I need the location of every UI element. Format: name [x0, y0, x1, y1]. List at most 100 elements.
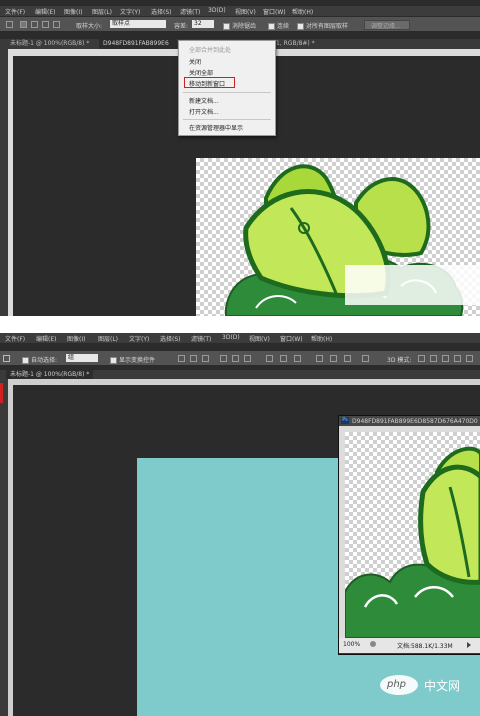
align-bottom-icon[interactable] — [202, 355, 209, 362]
menu-help[interactable]: 帮助(H) — [311, 334, 332, 343]
status-icon[interactable] — [370, 641, 376, 647]
refine-edge-label: 调整边缘... — [371, 23, 401, 30]
antialias-label: 消除锯齿 — [232, 23, 257, 30]
menu-edit[interactable]: 编辑(E) — [35, 7, 55, 16]
align-left-icon[interactable] — [220, 355, 227, 362]
php-logo: php — [380, 675, 418, 695]
menu-window[interactable]: 窗口(W) — [263, 7, 286, 16]
menu-image[interactable]: 图像(I) — [64, 7, 82, 16]
align-right-icon[interactable] — [244, 355, 251, 362]
menu-edit[interactable]: 编辑(E) — [36, 334, 56, 343]
options-bar: 自动选择: 组 显示变换控件 3D 模式: — [0, 351, 480, 366]
3d-roll-icon[interactable] — [430, 355, 437, 362]
menu-select[interactable]: 选择(S) — [160, 334, 181, 343]
menu-item-new-document[interactable]: 新建文档... — [189, 96, 219, 105]
tab-untitled-label: 未标题-1 @ 100%(RGB/8) * — [10, 371, 90, 378]
3d-scale-icon[interactable] — [466, 355, 473, 362]
menu-filter[interactable]: 滤镜(T) — [180, 7, 200, 16]
menu-item-consolidate[interactable]: 全部合并到此处 — [189, 45, 231, 54]
options-bar: 取样大小: 取样点 容差: 32 消除锯齿 连续 对所有图层取样 调整边缘... — [0, 17, 480, 32]
menu-file[interactable]: 文件(F) — [5, 334, 25, 343]
sample-size-select[interactable]: 取样点 — [110, 20, 166, 28]
menu-separator — [183, 119, 271, 120]
transform-controls-label: 显示变换控件 — [119, 357, 156, 364]
menu-type[interactable]: 文字(Y) — [120, 7, 140, 16]
all-layers-checkbox[interactable]: 对所有图层取样 — [297, 21, 348, 30]
menu-filter[interactable]: 滤镜(T) — [191, 334, 211, 343]
zoom-level[interactable]: 100% — [343, 641, 360, 648]
menu-select[interactable]: 选择(S) — [151, 7, 172, 16]
menu-file[interactable]: 文件(F) — [5, 7, 25, 16]
menu-item-close[interactable]: 关闭 — [189, 57, 201, 66]
top-screenshot: 文件(F) 编辑(E) 图像(I) 图层(L) 文字(Y) 选择(S) 滤镜(T… — [0, 0, 480, 317]
antialias-checkbox[interactable]: 消除锯齿 — [223, 21, 256, 30]
distribute-right-icon[interactable] — [344, 355, 351, 362]
menu-layer[interactable]: 图层(L) — [92, 7, 112, 16]
float-window-title: D948FD891FAB899E6D8587D676A470D0 — [352, 418, 478, 425]
menu-separator — [183, 92, 271, 93]
menu-type[interactable]: 文字(Y) — [129, 334, 149, 343]
tab-untitled[interactable]: 未标题-1 @ 100%(RGB/8) * — [6, 370, 94, 379]
selection-add-icon[interactable] — [31, 21, 38, 28]
menu-layer[interactable]: 图层(L) — [98, 334, 118, 343]
distribute-top-icon[interactable] — [266, 355, 273, 362]
tab-image[interactable]: D948FD891FAB899E6 — [99, 39, 177, 49]
align-top-icon[interactable] — [178, 355, 185, 362]
auto-align-icon[interactable] — [362, 355, 369, 362]
all-layers-label: 对所有图层取样 — [306, 23, 349, 30]
auto-select-checkbox[interactable]: 自动选择: — [22, 355, 57, 364]
tools-panel — [0, 379, 8, 716]
3d-rotate-icon[interactable] — [418, 355, 425, 362]
tolerance-label: 容差: — [174, 23, 189, 30]
blur-overlay — [345, 265, 480, 305]
menu-view[interactable]: 视图(V) — [249, 334, 270, 343]
menu-image[interactable]: 图像(I) — [67, 334, 85, 343]
contiguous-checkbox[interactable]: 连续 — [268, 21, 289, 30]
menu-3d[interactable]: 3D(D) — [222, 334, 240, 341]
tolerance-input[interactable]: 32 — [192, 20, 214, 28]
auto-select-dropdown[interactable]: 组 — [66, 354, 98, 362]
tab-third[interactable]: 1, RGB/8#) * — [272, 39, 319, 49]
align-vcenter-icon[interactable] — [190, 355, 197, 362]
bottom-screenshot: 文件(F) 编辑(E) 图像(I) 图层(L) 文字(Y) 选择(S) 滤镜(T… — [0, 333, 480, 716]
menu-item-close-all[interactable]: 关闭全部 — [189, 68, 213, 77]
selection-subtract-icon[interactable] — [42, 21, 49, 28]
tab-untitled-label: 未标题-1 @ 100%(RGB/8) * — [10, 40, 90, 47]
3d-slide-icon[interactable] — [454, 355, 461, 362]
auto-select-value: 组 — [68, 354, 75, 361]
selection-new-icon[interactable] — [20, 21, 27, 28]
selection-intersect-icon[interactable] — [53, 21, 60, 28]
tab-image-label: D948FD891FAB899E6 — [103, 40, 169, 47]
vertical-ruler — [8, 385, 13, 716]
php-logo-text: php — [387, 679, 407, 690]
3d-drag-icon[interactable] — [442, 355, 449, 362]
menu-item-show-in-explorer[interactable]: 在资源管理器中显示 — [189, 123, 243, 132]
move-tool-icon[interactable] — [3, 355, 10, 362]
document-size-info: 文档:588.1K/1.33M — [397, 643, 453, 650]
refine-edge-button[interactable]: 调整边缘... — [364, 20, 410, 30]
transform-controls-checkbox[interactable]: 显示变换控件 — [110, 355, 155, 364]
menu-item-open-document[interactable]: 打开文档... — [189, 107, 219, 116]
distribute-left-icon[interactable] — [316, 355, 323, 362]
distribute-hcenter-icon[interactable] — [330, 355, 337, 362]
contiguous-label: 连续 — [277, 23, 290, 30]
menu-bar: 文件(F) 编辑(E) 图像(I) 图层(L) 文字(Y) 选择(S) 滤镜(T… — [0, 333, 480, 343]
align-hcenter-icon[interactable] — [232, 355, 239, 362]
status-arrow-icon[interactable] — [467, 642, 471, 648]
menu-window[interactable]: 窗口(W) — [280, 334, 303, 343]
tab-untitled[interactable]: 未标题-1 @ 100%(RGB/8) * — [6, 39, 93, 49]
tool-highlight — [0, 383, 3, 403]
document-tabs: 未标题-1 @ 100%(RGB/8) * — [0, 370, 480, 379]
menu-3d[interactable]: 3D(D) — [208, 7, 226, 14]
float-window-titlebar[interactable]: Ps D948FD891FAB899E6D8587D676A470D0 — [339, 416, 480, 426]
menu-item-move-to-new-window[interactable]: 移动到新窗口 — [189, 79, 225, 88]
tool-preset-icon[interactable] — [6, 21, 13, 28]
floating-document-window[interactable]: Ps D948FD891FAB899E6D8587D676A470D0 100%… — [338, 415, 480, 655]
menu-help[interactable]: 帮助(H) — [292, 7, 313, 16]
tools-panel — [0, 49, 8, 316]
distribute-bottom-icon[interactable] — [294, 355, 301, 362]
distribute-vcenter-icon[interactable] — [280, 355, 287, 362]
watermark-text: 中文网 — [424, 679, 461, 693]
menu-view[interactable]: 视图(V) — [235, 7, 256, 16]
vertical-ruler — [8, 56, 13, 316]
